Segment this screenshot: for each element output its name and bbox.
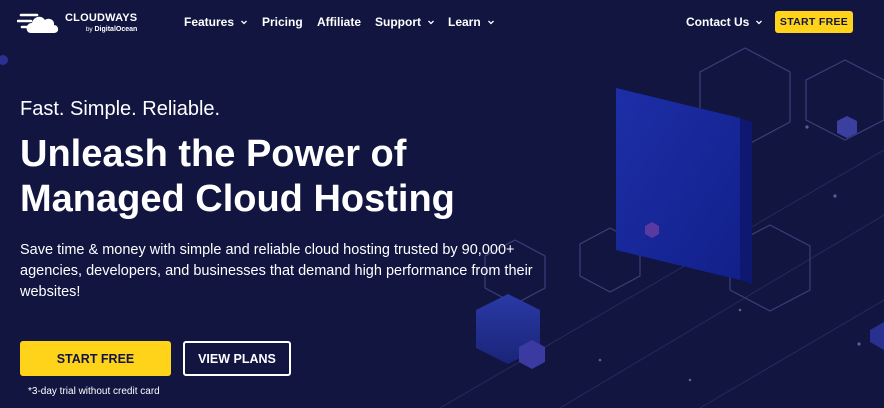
chevron-down-icon <box>428 20 434 25</box>
brand-name: CLOUDWAYS <box>65 11 138 24</box>
chevron-down-icon <box>241 20 247 25</box>
trial-note: *3-day trial without credit card <box>28 386 160 397</box>
nav-item-pricing[interactable]: Pricing <box>262 15 303 29</box>
start-free-button[interactable]: START FREE <box>20 341 171 376</box>
nav-item-label: Affiliate <box>317 15 362 29</box>
nav-item-affiliate[interactable]: Affiliate <box>317 15 361 29</box>
brand-by: by <box>85 25 93 33</box>
hero-headline-line-2: Managed Cloud Hosting <box>20 178 455 220</box>
hero-headline-line-1: Unleash the Power of <box>20 133 407 175</box>
nav-item-label: Contact Us <box>686 15 750 29</box>
chevron-down-icon <box>487 20 494 25</box>
nav-item-label: Learn <box>448 15 481 29</box>
brand-byline: by DigitalOcean <box>65 26 137 34</box>
hero-description: Save time & money with simple and reliab… <box>20 242 533 300</box>
nav-item-contact-us[interactable]: Contact Us <box>686 15 763 29</box>
nav-item-label: Pricing <box>262 15 303 29</box>
cloud-logo-icon <box>17 13 59 33</box>
nav-item-support[interactable]: Support <box>375 15 435 29</box>
view-plans-button[interactable]: VIEW PLANS <box>183 341 291 376</box>
brand-parent: DigitalOcean <box>94 25 138 33</box>
top-navigation: CLOUDWAYS by DigitalOcean Features Prici… <box>0 0 884 44</box>
nav-item-features[interactable]: Features <box>184 15 248 29</box>
nav-start-free-button[interactable]: START FREE <box>775 11 853 33</box>
brand-logo[interactable]: CLOUDWAYS by DigitalOcean <box>17 9 137 37</box>
brand-wordmark: CLOUDWAYS by DigitalOcean <box>65 11 138 34</box>
chevron-down-icon <box>756 20 763 25</box>
nav-item-label: Features <box>184 15 235 29</box>
hero-tagline: Fast. Simple. Reliable. <box>20 98 221 120</box>
nav-item-learn[interactable]: Learn <box>448 15 495 29</box>
hero-headline: Unleash the Power of Managed Cloud Hosti… <box>20 132 560 222</box>
nav-item-label: Support <box>375 15 421 29</box>
